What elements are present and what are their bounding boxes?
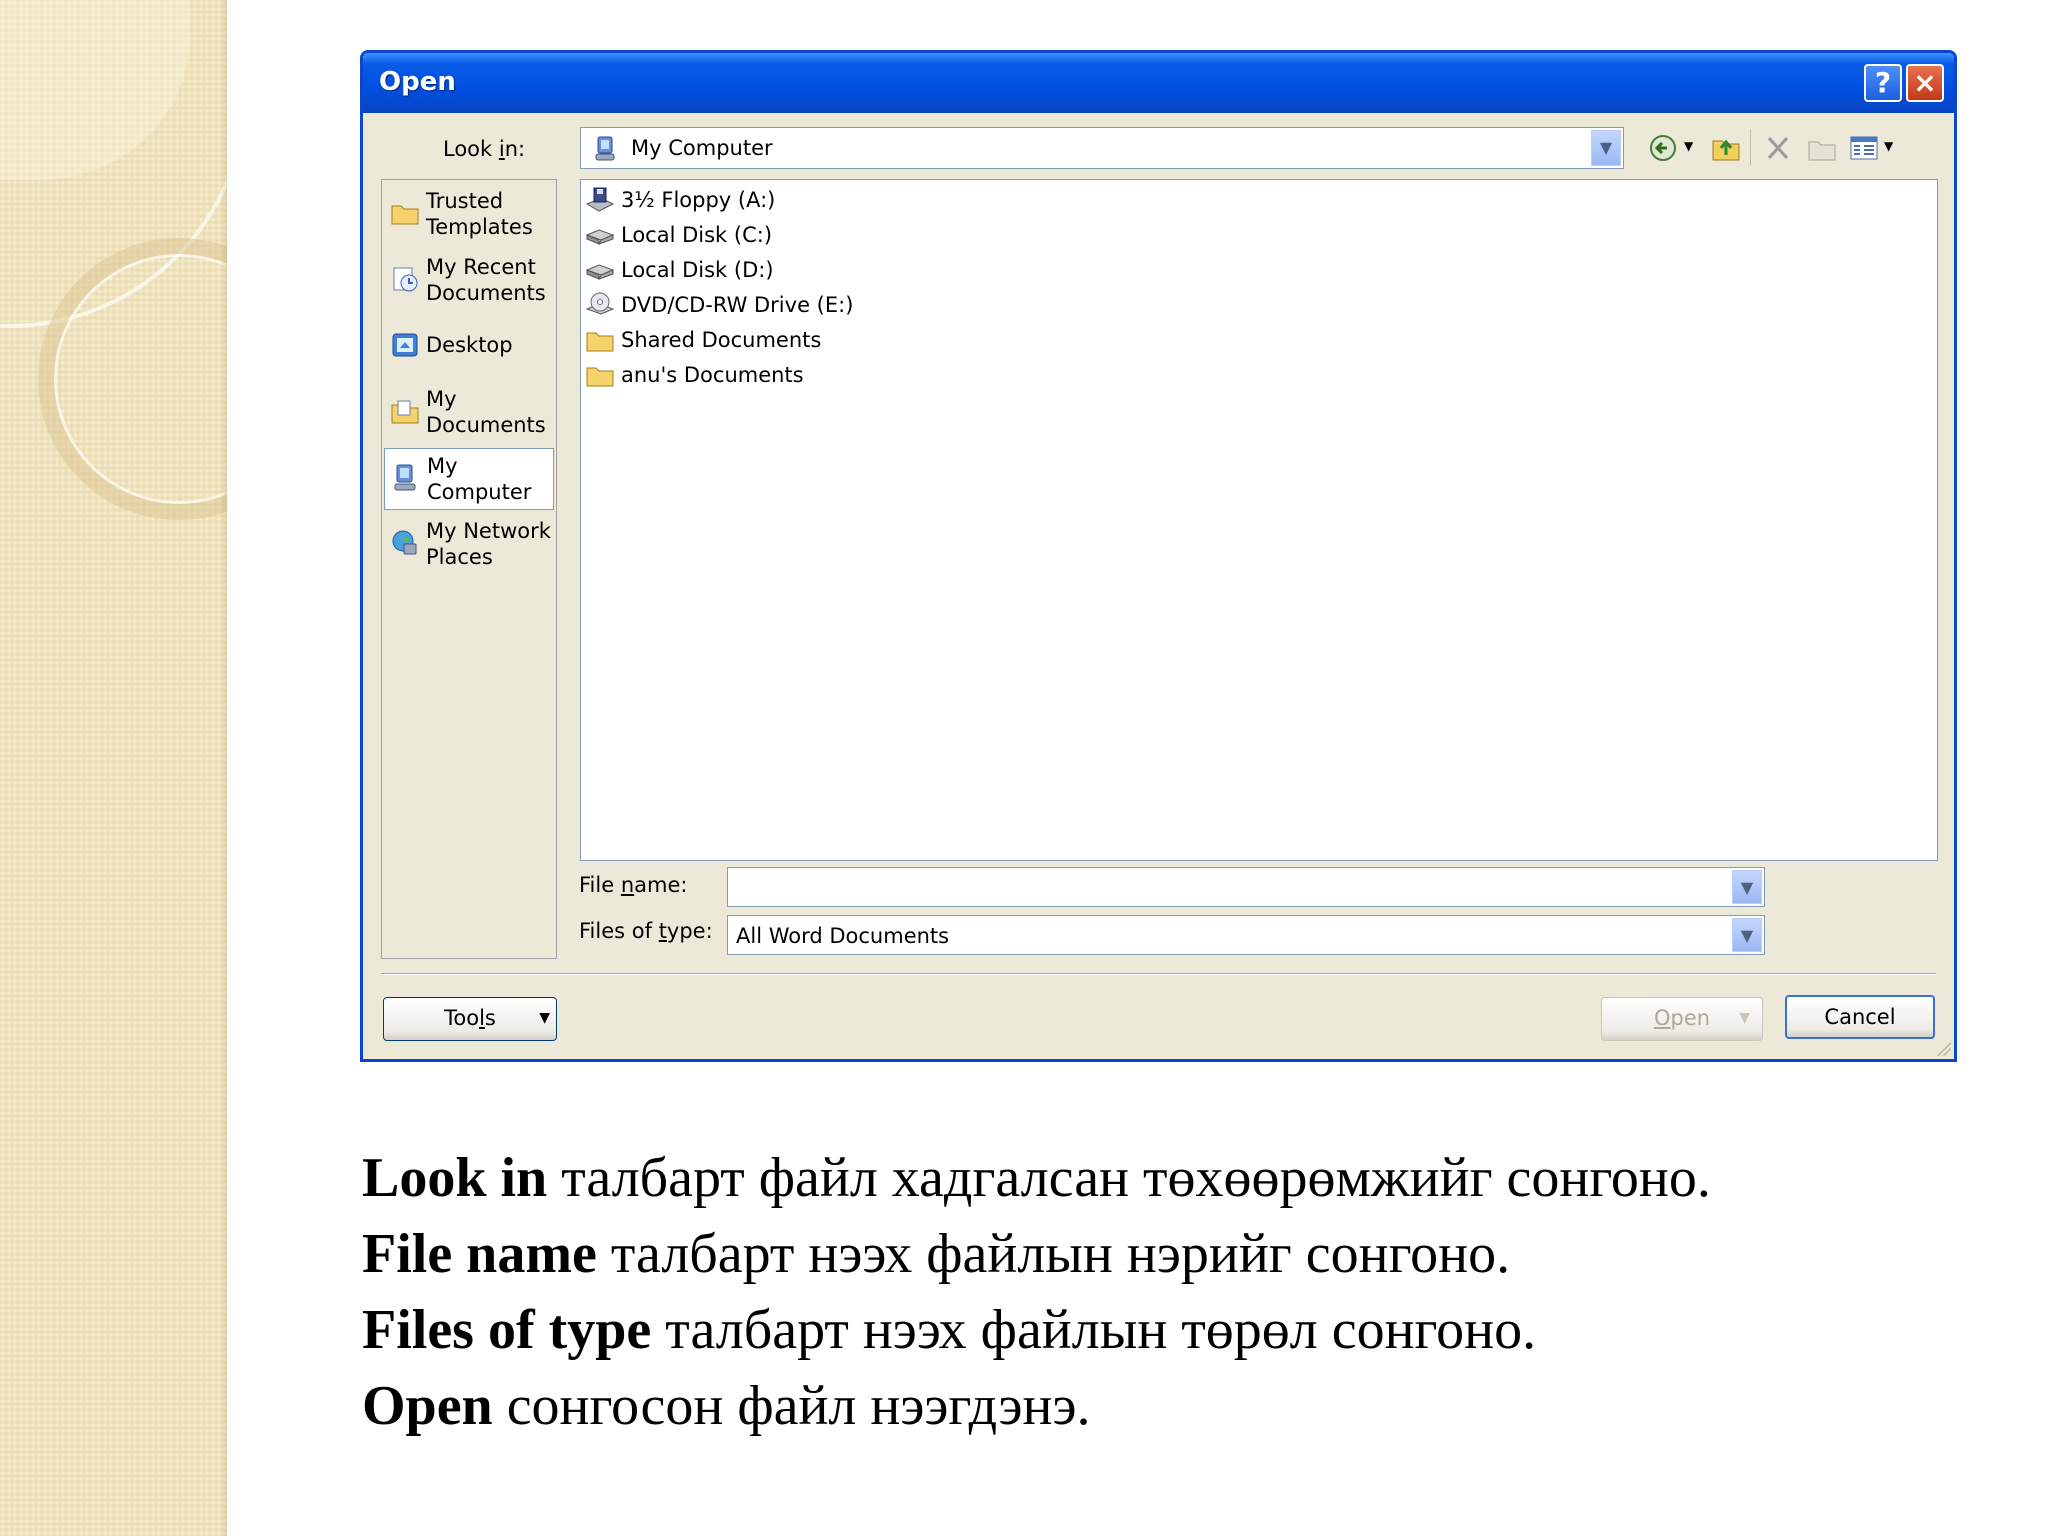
- file-name-label: File name:: [579, 873, 688, 897]
- network-places-icon: [390, 528, 420, 558]
- my-documents-icon: [390, 396, 420, 426]
- list-item-label: DVD/CD-RW Drive (E:): [621, 293, 854, 317]
- caption-line: File name талбарт нээх файлын нэрийг сон…: [362, 1216, 2002, 1292]
- list-item-label: anu's Documents: [621, 363, 804, 387]
- caption-description: сонгосон файл нээгдэнэ.: [492, 1375, 1091, 1437]
- file-name-input[interactable]: [732, 872, 1716, 902]
- delete-icon[interactable]: [1764, 133, 1792, 168]
- places-item-my-recent-documents[interactable]: My Recent Documents: [384, 250, 554, 312]
- places-label-line2: Computer: [427, 480, 532, 504]
- chevron-down-icon: ▼: [1739, 1010, 1750, 1026]
- folder-icon: [585, 361, 615, 389]
- chevron-down-icon: ▼: [1599, 138, 1613, 157]
- toolbar-separator: [1750, 129, 1751, 165]
- chevron-down-icon: ▼: [539, 1010, 550, 1026]
- files-of-type-combo[interactable]: All Word Documents ▼: [727, 915, 1765, 955]
- list-item-label: Shared Documents: [621, 328, 822, 352]
- places-label-line1: Desktop: [426, 333, 513, 357]
- resize-grip[interactable]: [1935, 1040, 1951, 1056]
- decorative-edge: [221, 0, 227, 1536]
- list-item-label: Local Disk (C:): [621, 223, 773, 247]
- caption-term: File name: [362, 1223, 597, 1285]
- chevron-down-icon: ▼: [1740, 878, 1754, 897]
- places-label-line1: My Network: [426, 519, 551, 543]
- look-in-value: My Computer: [631, 136, 773, 160]
- hard-disk-icon: [585, 221, 615, 249]
- list-item-label: Local Disk (D:): [621, 258, 774, 282]
- places-label-line2: Templates: [426, 215, 533, 239]
- caption-term: Files of type: [362, 1299, 652, 1361]
- caption-line: Open сонгосон файл нээгдэнэ.: [362, 1368, 2002, 1444]
- places-item-my-documents[interactable]: My Documents: [384, 382, 554, 444]
- folder-icon: [390, 198, 420, 228]
- hard-disk-icon: [585, 256, 615, 284]
- open-button[interactable]: Open ▼: [1601, 997, 1763, 1041]
- caption-line: Files of type талбарт нээх файлын төрөл …: [362, 1292, 2002, 1368]
- desktop-icon: [390, 330, 420, 360]
- look-in-dropdown-button[interactable]: ▼: [1591, 130, 1621, 166]
- folder-icon: [585, 326, 615, 354]
- places-bar: Trusted Templates My Recent Documents Desk…: [381, 179, 557, 959]
- up-one-level-icon[interactable]: [1710, 133, 1742, 168]
- places-label-line2: Places: [426, 545, 493, 569]
- back-icon[interactable]: [1648, 133, 1678, 168]
- files-of-type-label: Files of type:: [579, 919, 713, 943]
- caption-description: талбарт нээх файлын төрөл сонгоно.: [651, 1299, 1537, 1361]
- file-name-combo[interactable]: ▼: [727, 867, 1765, 907]
- places-item-my-computer[interactable]: My Computer: [384, 448, 554, 510]
- help-button[interactable]: ?: [1864, 64, 1902, 102]
- file-list[interactable]: 3½ Floppy (A:) Local Disk (C:) Local Dis…: [580, 179, 1938, 861]
- decorative-sidebar: [0, 0, 227, 1536]
- places-item-my-network-places[interactable]: My Network Places: [384, 514, 554, 576]
- places-item-trusted-templates[interactable]: Trusted Templates: [384, 184, 554, 246]
- title-bar[interactable]: Open ? ×: [363, 53, 1954, 113]
- places-label-line1: My: [426, 387, 457, 411]
- recent-documents-icon: [390, 264, 420, 294]
- back-dropdown-icon[interactable]: ▼: [1684, 139, 1693, 153]
- caption-description: талбарт файл хадгалсан төхөөрөмжийг сонг…: [547, 1147, 1711, 1209]
- floppy-drive-icon: [585, 186, 615, 214]
- new-folder-icon[interactable]: [1806, 133, 1838, 168]
- places-label-line1: My Recent: [426, 255, 536, 279]
- files-of-type-dropdown-button[interactable]: ▼: [1732, 918, 1762, 952]
- look-in-combo[interactable]: My Computer ▼: [580, 127, 1624, 169]
- places-label-line2: Documents: [426, 413, 546, 437]
- cancel-button[interactable]: Cancel: [1785, 995, 1935, 1039]
- look-in-label: Look in:: [443, 137, 526, 161]
- files-of-type-value: All Word Documents: [736, 924, 950, 948]
- close-button[interactable]: ×: [1906, 64, 1944, 102]
- cd-drive-icon: [585, 291, 615, 319]
- open-dialog: Open ? × Look in: My Computer ▼ ▼ ▼ Trus…: [360, 50, 1957, 1062]
- divider: [381, 973, 1936, 975]
- places-label-line2: Documents: [426, 281, 546, 305]
- caption-term: Open: [362, 1375, 493, 1437]
- places-item-desktop[interactable]: Desktop: [384, 316, 554, 378]
- caption-description: талбарт нээх файлын нэрийг сонгоно.: [596, 1223, 1511, 1285]
- my-computer-icon: [391, 463, 421, 493]
- caption-term: Look in: [362, 1147, 548, 1209]
- places-label-line1: Trusted: [426, 189, 504, 213]
- caption-line: Look in талбарт файл хадгалсан төхөөрөмж…: [362, 1140, 2002, 1216]
- tools-button[interactable]: Tools ▼: [383, 997, 557, 1041]
- file-name-dropdown-button[interactable]: ▼: [1732, 870, 1762, 904]
- places-label-line1: My: [427, 454, 458, 478]
- dialog-title: Open: [379, 67, 456, 97]
- chevron-down-icon: ▼: [1740, 926, 1754, 945]
- caption-text: Look in талбарт файл хадгалсан төхөөрөмж…: [362, 1140, 2002, 1444]
- views-icon[interactable]: [1848, 133, 1880, 168]
- my-computer-icon: [593, 135, 619, 168]
- views-dropdown-icon[interactable]: ▼: [1884, 139, 1893, 153]
- list-item-label: 3½ Floppy (A:): [621, 188, 776, 212]
